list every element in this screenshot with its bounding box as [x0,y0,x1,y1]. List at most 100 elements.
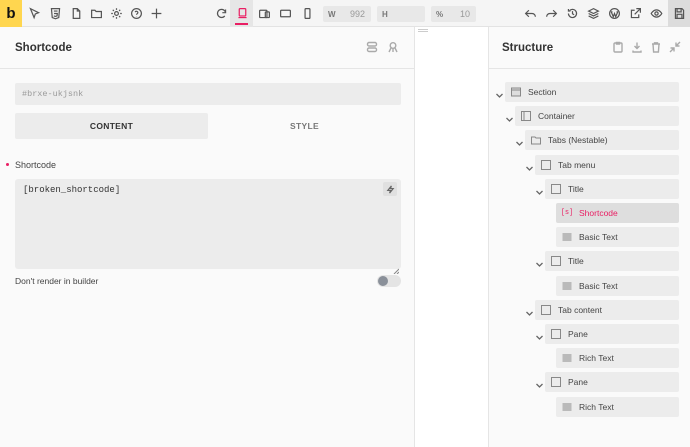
tablet-landscape-icon[interactable] [256,5,272,21]
required-dot [6,163,9,166]
structure-node-label: Section [528,87,557,97]
top-toolbar: b W 992 H % 10 [0,0,690,27]
section-icon [511,87,521,97]
presets-icon[interactable] [366,40,380,54]
folder-icon[interactable] [88,5,104,21]
text-icon [562,353,572,363]
canvas-marker [418,29,428,32]
structure-node[interactable]: Rich Text [556,348,679,369]
structure-node-label: Rich Text [579,401,614,412]
structure-panel: Structure Section Container Tabs (Nestable… [488,27,690,447]
width-input[interactable]: W 992 [323,6,371,22]
dont-render-label: Don't render in builder [15,276,99,286]
structure-node[interactable]: Section [505,82,679,102]
height-input[interactable]: H [377,6,425,22]
toggle-knob [378,276,388,286]
box-icon [551,256,561,267]
structure-node-label: Title [568,183,584,194]
structure-title: Structure [502,41,554,54]
external-link-icon[interactable] [627,5,643,21]
chevron-down-icon[interactable] [535,256,544,268]
help-icon[interactable] [128,5,144,21]
structure-node[interactable]: Basic Text [556,227,679,248]
save-icon[interactable] [671,5,687,21]
panel-header: Shortcode [0,27,414,69]
text-icon [562,281,572,291]
box-icon [541,159,551,170]
structure-node-label: Basic Text [579,232,618,243]
builder-window: b W 992 H % 10 Shortcode #brxe-ukjsnk CO… [0,0,690,447]
structure-node[interactable]: Pane [545,372,679,393]
cursor-icon[interactable] [26,5,42,21]
tablet-portrait-icon[interactable] [277,5,293,21]
element-settings-panel: Shortcode #brxe-ukjsnk CONTENT STYLE Sho… [0,27,415,447]
structure-node-label: Tabs (Nestable) [548,135,608,146]
desktop-icon[interactable] [234,5,250,21]
panel-title: Shortcode [15,41,72,54]
download-icon[interactable] [631,40,645,54]
chevron-down-icon[interactable] [525,160,534,171]
chevron-down-icon[interactable] [515,135,524,147]
box-icon [551,183,561,194]
wordpress-icon[interactable] [606,5,622,21]
container-icon [521,111,531,122]
box-icon [551,329,561,339]
text-icon [562,232,572,242]
structure-node-label: Pane [568,329,588,339]
shortcode-icon: [s] [560,209,574,217]
refresh-icon[interactable] [213,5,229,21]
dont-render-toggle[interactable] [377,275,401,287]
mobile-icon[interactable] [299,5,315,21]
box-icon [551,377,561,388]
tab-content[interactable]: CONTENT [15,113,208,139]
shortcode-field-label: Shortcode [15,160,57,170]
structure-node-label: Tab menu [558,159,596,170]
structure-node[interactable]: Tab content [535,299,679,320]
structure-node[interactable]: [s] Shortcode [556,203,679,223]
plus-icon[interactable] [148,5,164,21]
zoom-input[interactable]: % 10 [431,6,476,22]
structure-node-label: Basic Text [579,280,618,291]
chevron-down-icon[interactable] [495,87,504,98]
shortcode-textarea[interactable]: [broken_shortcode] [15,179,401,269]
structure-node-label: Title [568,256,584,267]
pin-icon[interactable] [387,40,401,54]
gear-icon[interactable] [108,5,124,21]
structure-node-label: Container [538,111,575,122]
structure-node-label: Pane [568,377,588,388]
bricks-logo[interactable]: b [0,0,22,27]
structure-node[interactable]: Title [545,251,679,272]
dynamic-data-icon[interactable] [383,182,397,196]
file-icon[interactable] [68,5,84,21]
chevron-down-icon[interactable] [535,184,544,195]
builder-canvas[interactable] [416,27,488,447]
element-id-field[interactable]: #brxe-ukjsnk [15,83,401,105]
clipboard-icon[interactable] [612,40,626,54]
redo-icon[interactable] [543,5,559,21]
structure-node[interactable]: Tabs (Nestable) [525,130,679,151]
tab-style[interactable]: STYLE [208,113,401,139]
structure-node[interactable]: Rich Text [556,396,679,417]
structure-node[interactable]: Container [515,106,679,127]
chevron-down-icon[interactable] [525,305,534,316]
box-icon [541,304,551,315]
structure-node-label: Shortcode [579,208,618,218]
history-icon[interactable] [564,5,580,21]
collapse-icon[interactable] [669,40,683,54]
chevron-down-icon[interactable] [535,329,544,340]
text-icon [562,402,572,412]
chevron-down-icon[interactable] [535,377,544,389]
structure-node[interactable]: Tab menu [535,154,679,175]
trash-icon[interactable] [650,40,664,54]
layers-icon[interactable] [585,5,601,21]
chevron-down-icon[interactable] [505,111,514,123]
structure-node[interactable]: Title [545,178,679,199]
structure-node[interactable]: Basic Text [556,275,679,296]
folder-icon [531,135,541,145]
resize-handle-icon[interactable] [393,261,400,275]
structure-node[interactable]: Pane [545,324,679,344]
eye-icon[interactable] [648,5,664,21]
undo-icon[interactable] [522,5,538,21]
structure-node-label: Tab content [558,304,602,315]
html5-icon[interactable] [47,5,63,21]
